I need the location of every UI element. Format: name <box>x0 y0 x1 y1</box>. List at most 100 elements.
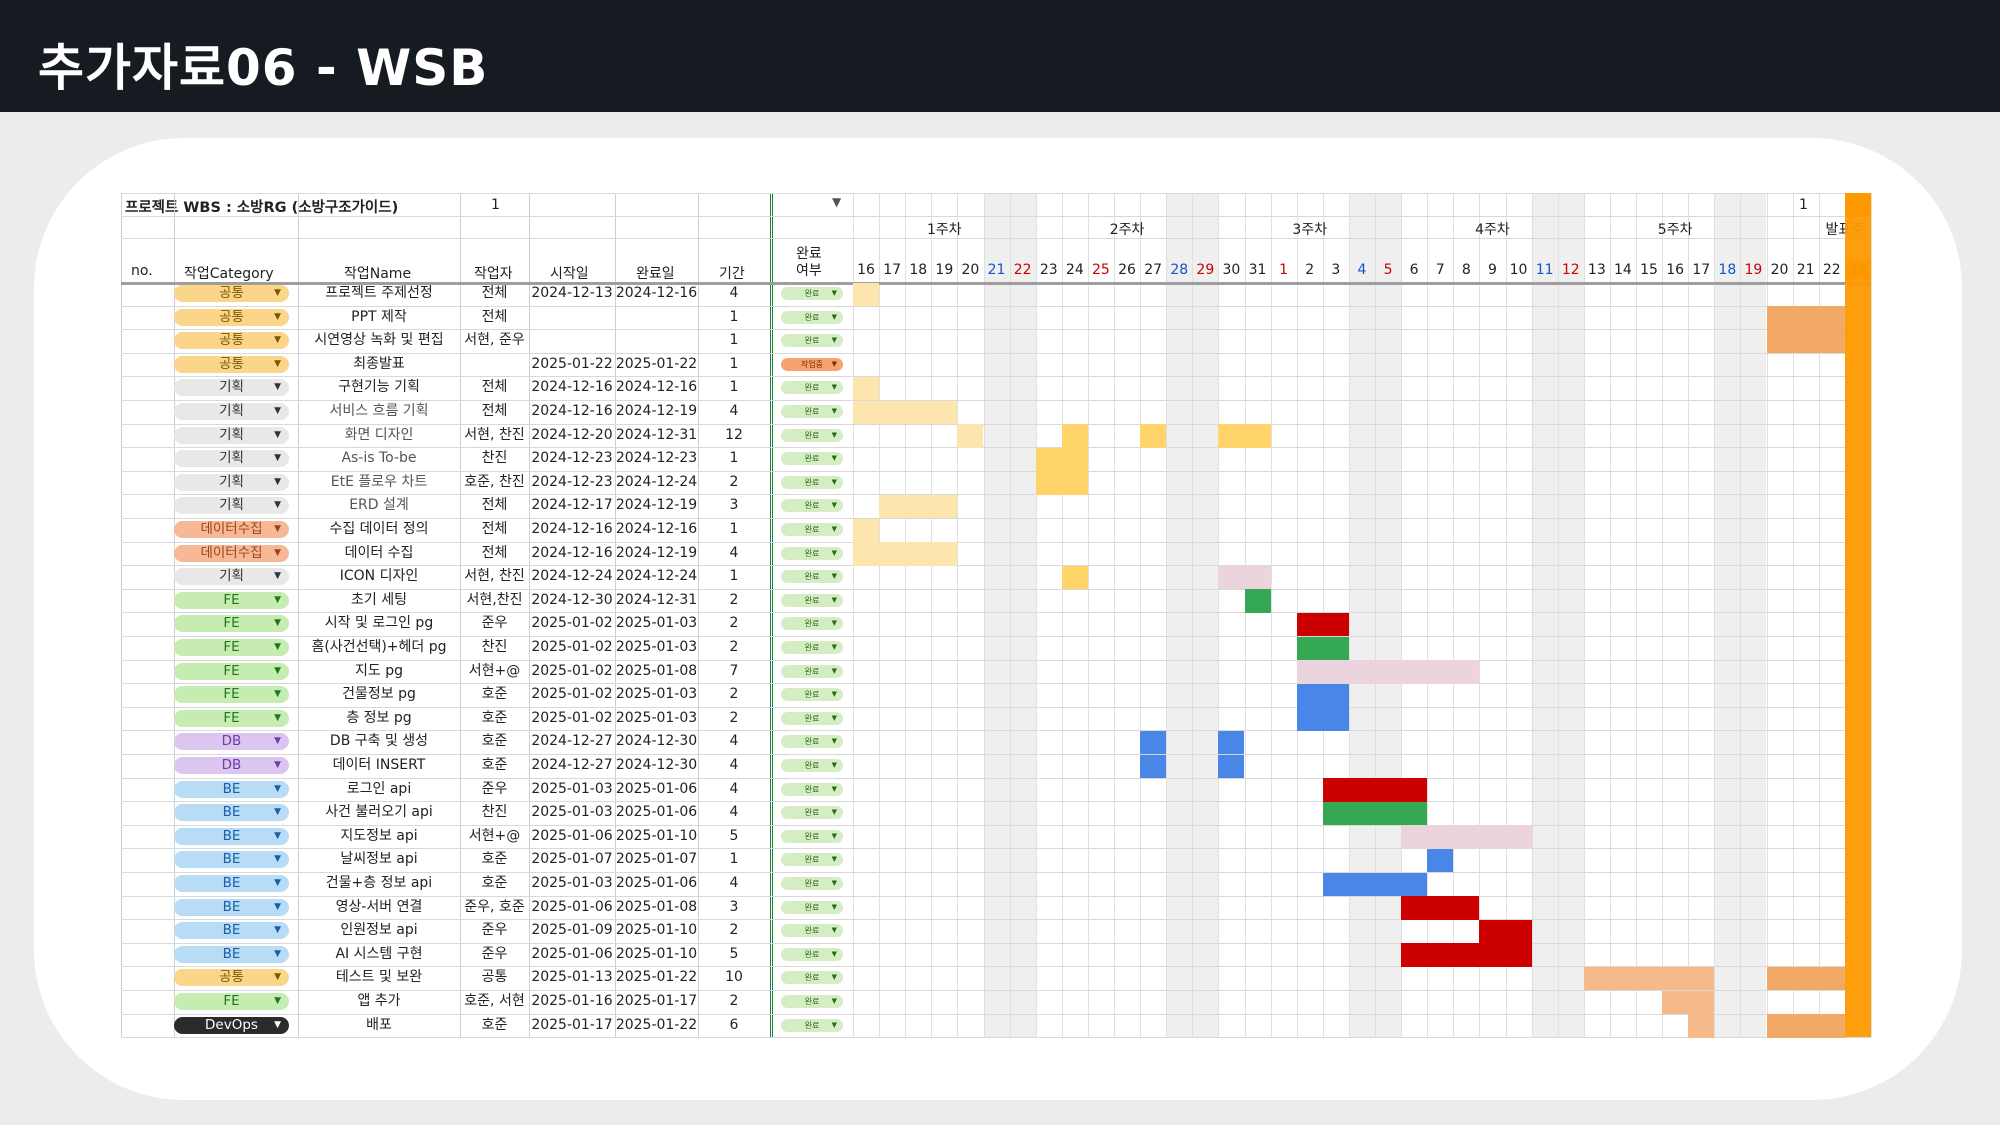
category-dropdown[interactable]: FE ▼ <box>174 709 289 727</box>
day-divider <box>1636 193 1637 1038</box>
status-dropdown[interactable]: 완료 ▼ <box>781 546 843 560</box>
status-dropdown[interactable]: 완료 ▼ <box>781 829 843 843</box>
category-dropdown[interactable]: DevOps ▼ <box>174 1016 289 1034</box>
status-label: 완료 <box>804 737 820 747</box>
row-divider <box>121 1037 1871 1039</box>
task-start-date: 2025-01-03 <box>531 804 613 821</box>
gantt-bar <box>1401 943 1532 967</box>
status-dropdown[interactable]: 완료 ▼ <box>781 334 843 348</box>
status-dropdown[interactable]: 완료 ▼ <box>781 711 843 725</box>
status-dropdown[interactable]: 완료 ▼ <box>781 924 843 938</box>
status-dropdown[interactable]: 완료 ▼ <box>781 806 843 820</box>
day-divider <box>1479 193 1481 1038</box>
category-dropdown[interactable]: FE ▼ <box>174 615 289 633</box>
category-dropdown[interactable]: 기획 ▼ <box>174 450 289 468</box>
task-duration: 1 <box>729 521 739 537</box>
category-dropdown[interactable]: FE ▼ <box>174 662 289 680</box>
day-divider <box>1009 193 1011 1038</box>
category-dropdown[interactable]: BE ▼ <box>174 827 289 845</box>
task-name: 데이터 INSERT <box>332 757 426 773</box>
category-dropdown[interactable]: 기획 ▼ <box>174 379 289 397</box>
gantt-bar <box>853 400 958 425</box>
category-dropdown[interactable]: BE ▼ <box>174 898 289 916</box>
category-dropdown[interactable]: 기획 ▼ <box>174 473 289 491</box>
status-dropdown[interactable]: 완료 ▼ <box>781 735 843 749</box>
category-dropdown[interactable]: FE ▼ <box>174 639 289 656</box>
category-dropdown[interactable]: BE ▼ <box>174 875 289 892</box>
status-dropdown[interactable]: 완료 ▼ <box>781 1018 843 1032</box>
status-dropdown[interactable]: 완료 ▼ <box>781 641 843 654</box>
status-dropdown[interactable]: 완료 ▼ <box>781 688 843 702</box>
status-dropdown[interactable]: 완료 ▼ <box>781 570 843 584</box>
gantt-bar <box>1688 1014 1715 1038</box>
status-dropdown[interactable]: 완료 ▼ <box>781 310 843 324</box>
status-dropdown[interactable]: 완료 ▼ <box>781 287 843 300</box>
status-dropdown[interactable]: 완료 ▼ <box>781 971 843 985</box>
status-dropdown[interactable]: 완료 ▼ <box>781 947 843 961</box>
category-dropdown[interactable]: 기획 ▼ <box>174 497 289 515</box>
day-label: 31 <box>1248 262 1267 278</box>
category-dropdown[interactable]: BE ▼ <box>174 851 289 869</box>
status-dropdown[interactable]: 완료 ▼ <box>781 617 843 631</box>
week-label: 3주차 <box>1292 222 1328 238</box>
status-dropdown[interactable]: 완료 ▼ <box>781 381 843 395</box>
status-dropdown[interactable]: 완료 ▼ <box>781 405 843 418</box>
day-label: 18 <box>909 262 928 278</box>
category-dropdown[interactable]: 공통 ▼ <box>174 969 289 987</box>
task-start-date: 2024-12-16 <box>531 521 613 537</box>
task-start-date: 2025-01-06 <box>531 945 613 962</box>
category-dropdown[interactable]: 공통 ▼ <box>174 355 289 373</box>
status-label: 완료 <box>804 808 820 818</box>
category-dropdown[interactable]: BE ▼ <box>174 780 289 798</box>
task-start-date: 2025-01-03 <box>531 875 613 891</box>
weekend-column <box>1348 193 1375 1038</box>
task-end-date: 2025-01-03 <box>615 709 698 726</box>
category-dropdown[interactable]: 기획 ▼ <box>174 403 289 420</box>
task-end-date: 2025-01-22 <box>615 969 698 986</box>
category-dropdown[interactable]: 공통 ▼ <box>174 308 289 326</box>
category-dropdown[interactable]: FE ▼ <box>174 993 289 1010</box>
category-dropdown[interactable]: FE ▼ <box>174 591 289 609</box>
category-dropdown[interactable]: DB ▼ <box>174 733 289 751</box>
status-dropdown[interactable]: 완료 ▼ <box>781 475 843 489</box>
gantt-bar <box>1766 306 1845 330</box>
status-dropdown[interactable]: 작업중 ▼ <box>781 357 843 371</box>
status-dropdown[interactable]: 완료 ▼ <box>781 499 843 513</box>
category-dropdown[interactable]: FE ▼ <box>174 686 289 704</box>
day-label: 3 <box>1331 262 1341 278</box>
category-dropdown[interactable]: 공통 ▼ <box>174 332 289 350</box>
category-dropdown[interactable]: BE ▼ <box>174 945 289 963</box>
gantt-bar <box>1479 919 1532 944</box>
day-divider <box>1688 193 1690 1038</box>
chevron-down-icon: ▼ <box>274 500 281 511</box>
status-dropdown[interactable]: 완료 ▼ <box>781 782 843 796</box>
task-start-date: 2024-12-23 <box>531 450 613 467</box>
task-name: ICON 디자인 <box>339 568 419 585</box>
status-dropdown[interactable]: 완료 ▼ <box>781 900 843 914</box>
task-duration: 2 <box>729 591 739 608</box>
status-dropdown[interactable]: 완료 ▼ <box>781 759 843 772</box>
category-dropdown[interactable]: 기획 ▼ <box>174 426 289 444</box>
chevron-down-icon: ▼ <box>831 595 837 604</box>
category-dropdown[interactable]: BE ▼ <box>174 922 289 940</box>
filter-icon[interactable]: ▼ <box>832 195 841 209</box>
status-dropdown[interactable]: 완료 ▼ <box>781 593 843 607</box>
category-dropdown[interactable]: BE ▼ <box>174 804 289 822</box>
day-label: 1 <box>1279 262 1289 278</box>
status-dropdown[interactable]: 완료 ▼ <box>781 428 843 442</box>
day-divider <box>1087 193 1089 1038</box>
category-dropdown[interactable]: 공통 ▼ <box>174 285 289 302</box>
category-dropdown[interactable]: DB ▼ <box>174 757 289 774</box>
category-label: 기획 <box>219 403 244 419</box>
status-dropdown[interactable]: 완료 ▼ <box>781 877 843 890</box>
status-label: 완료 <box>804 855 820 865</box>
category-dropdown[interactable]: 기획 ▼ <box>174 568 289 586</box>
status-dropdown[interactable]: 완료 ▼ <box>781 664 843 678</box>
status-dropdown[interactable]: 완료 ▼ <box>781 853 843 867</box>
category-dropdown[interactable]: 데이터수집 ▼ <box>174 521 289 538</box>
category-dropdown[interactable]: 데이터수집 ▼ <box>174 544 289 562</box>
status-dropdown[interactable]: 완료 ▼ <box>781 452 843 466</box>
task-worker: 서현, 찬진 <box>464 568 525 585</box>
status-dropdown[interactable]: 완료 ▼ <box>781 995 843 1008</box>
status-dropdown[interactable]: 완료 ▼ <box>781 523 843 536</box>
